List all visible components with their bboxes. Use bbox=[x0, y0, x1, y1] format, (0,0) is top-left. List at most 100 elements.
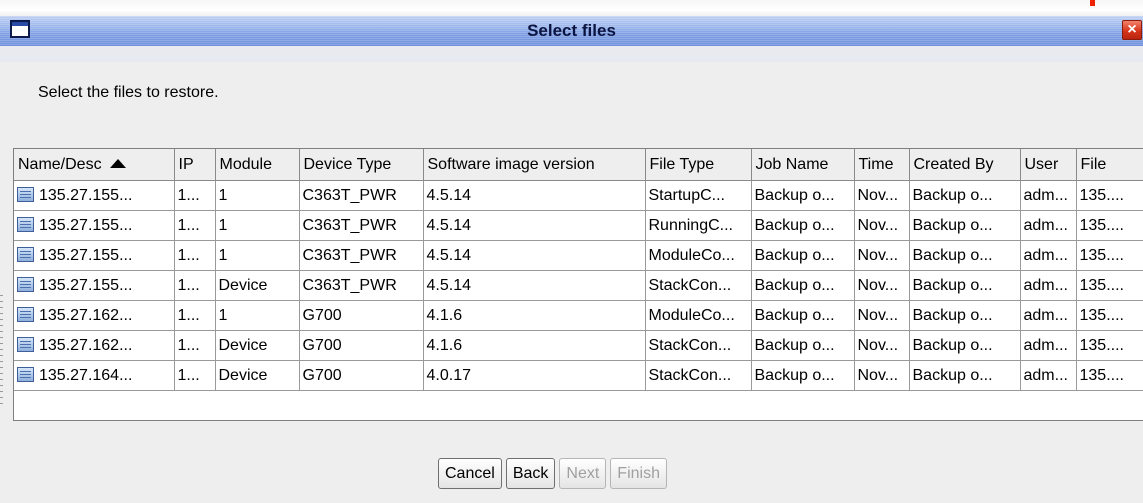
back-button[interactable]: Back bbox=[505, 458, 556, 489]
cell-job-name: Backup o... bbox=[750, 330, 855, 361]
next-button: Next bbox=[559, 458, 607, 489]
cell-time: Nov... bbox=[853, 300, 910, 331]
cell-user: adm... bbox=[1019, 330, 1077, 361]
cell-name-desc: 135.27.155... bbox=[14, 180, 175, 211]
cell-module: 1 bbox=[214, 300, 300, 331]
cell-software-image-version: 4.1.6 bbox=[422, 330, 646, 361]
window-title: Select files bbox=[527, 21, 616, 40]
column-header-module[interactable]: Module bbox=[214, 149, 300, 181]
cell-text: 135.27.155... bbox=[39, 216, 133, 234]
cell-ip: 1... bbox=[173, 210, 216, 241]
cell-name-desc: 135.27.155... bbox=[14, 270, 175, 301]
cell-ip: 1... bbox=[173, 180, 216, 211]
file-icon bbox=[17, 366, 34, 382]
cell-device-type: C363T_PWR bbox=[298, 180, 424, 211]
column-header-file[interactable]: File bbox=[1075, 149, 1143, 181]
cell-ip: 1... bbox=[173, 270, 216, 301]
column-header-job-name[interactable]: Job Name bbox=[750, 149, 855, 181]
table-row[interactable]: 135.27.155... 1... 1 C363T_PWR 4.5.14 Running… bbox=[14, 210, 1143, 241]
cell-created-by: Backup o... bbox=[908, 330, 1021, 361]
column-header-label: Name/Desc bbox=[18, 155, 102, 173]
cell-created-by: Backup o... bbox=[908, 360, 1021, 391]
file-icon bbox=[17, 336, 34, 352]
cell-module: Device bbox=[214, 270, 300, 301]
cell-file-type: RunningC... bbox=[644, 210, 752, 241]
cell-file: 135.... bbox=[1075, 180, 1143, 211]
cell-module: 1 bbox=[214, 210, 300, 241]
cell-created-by: Backup o... bbox=[908, 240, 1021, 271]
cell-name-desc: 135.27.164... bbox=[14, 360, 175, 391]
cell-time: Nov... bbox=[853, 270, 910, 301]
cell-created-by: Backup o... bbox=[908, 210, 1021, 241]
column-header-ip[interactable]: IP bbox=[173, 149, 216, 181]
file-icon bbox=[17, 186, 34, 202]
column-header-file-type[interactable]: File Type bbox=[644, 149, 752, 181]
cell-job-name: Backup o... bbox=[750, 360, 855, 391]
cell-device-type: C363T_PWR bbox=[298, 270, 424, 301]
column-header-created-by[interactable]: Created By bbox=[908, 149, 1021, 181]
cell-user: adm... bbox=[1019, 180, 1077, 211]
cell-time: Nov... bbox=[853, 180, 910, 211]
cell-file-type: StackCon... bbox=[644, 330, 752, 361]
cell-file-type: ModuleCo... bbox=[644, 240, 752, 271]
cell-name-desc: 135.27.155... bbox=[14, 240, 175, 271]
cell-user: adm... bbox=[1019, 360, 1077, 391]
cell-module: Device bbox=[214, 330, 300, 361]
sort-ascending-icon bbox=[109, 158, 126, 168]
cell-text: 135.27.164... bbox=[39, 366, 133, 384]
cell-device-type: C363T_PWR bbox=[298, 210, 424, 241]
cell-file-type: StartupC... bbox=[644, 180, 752, 211]
cell-text: 135.27.162... bbox=[39, 336, 133, 354]
table-row[interactable]: 135.27.155... 1... 1 C363T_PWR 4.5.14 Startup… bbox=[14, 180, 1143, 211]
cell-time: Nov... bbox=[853, 330, 910, 361]
cell-job-name: Backup o... bbox=[750, 210, 855, 241]
cell-ip: 1... bbox=[173, 360, 216, 391]
column-header-name-desc[interactable]: Name/Desc bbox=[14, 149, 175, 181]
cell-ip: 1... bbox=[173, 240, 216, 271]
cell-file: 135.... bbox=[1075, 300, 1143, 331]
cell-job-name: Backup o... bbox=[750, 300, 855, 331]
cell-job-name: Backup o... bbox=[750, 180, 855, 211]
cell-module: 1 bbox=[214, 180, 300, 211]
cell-created-by: Backup o... bbox=[908, 180, 1021, 211]
column-header-time[interactable]: Time bbox=[853, 149, 910, 181]
cell-device-type: C363T_PWR bbox=[298, 240, 424, 271]
file-icon bbox=[17, 306, 34, 322]
title-bar: Select files × bbox=[0, 0, 1143, 62]
cell-job-name: Backup o... bbox=[750, 240, 855, 271]
table-row[interactable]: 135.27.162... 1... Device G700 4.1.6 StackCon… bbox=[14, 330, 1143, 361]
cell-name-desc: 135.27.162... bbox=[14, 330, 175, 361]
cell-text: 135.27.155... bbox=[39, 186, 133, 204]
table-row[interactable]: 135.27.155... 1... 1 C363T_PWR 4.5.14 ModuleC… bbox=[14, 240, 1143, 271]
column-header-user[interactable]: User bbox=[1019, 149, 1077, 181]
table-row[interactable]: 135.27.164... 1... Device G700 4.0.17 StackCo… bbox=[14, 360, 1143, 391]
cell-created-by: Backup o... bbox=[908, 300, 1021, 331]
cancel-button[interactable]: Cancel bbox=[438, 458, 502, 489]
finish-button: Finish bbox=[610, 458, 667, 489]
close-button[interactable]: × bbox=[1122, 20, 1142, 40]
cell-text: 135.27.155... bbox=[39, 246, 133, 264]
cell-file-type: ModuleCo... bbox=[644, 300, 752, 331]
column-header-software-image-version[interactable]: Software image version bbox=[422, 149, 646, 181]
table-row[interactable]: 135.27.162... 1... 1 G700 4.1.6 ModuleCo... Ba… bbox=[14, 300, 1143, 331]
table-body: 135.27.155... 1... 1 C363T_PWR 4.5.14 Startup… bbox=[14, 180, 1143, 391]
cell-software-image-version: 4.0.17 bbox=[422, 360, 646, 391]
button-bar: Cancel Back Next Finish bbox=[438, 458, 667, 489]
cell-file: 135.... bbox=[1075, 330, 1143, 361]
cell-software-image-version: 4.5.14 bbox=[422, 240, 646, 271]
cell-software-image-version: 4.5.14 bbox=[422, 180, 646, 211]
cell-device-type: G700 bbox=[298, 300, 424, 331]
cell-text: 135.27.162... bbox=[39, 306, 133, 324]
table-row[interactable]: 135.27.155... 1... Device C363T_PWR 4.5.14 St… bbox=[14, 270, 1143, 301]
files-table: Name/Desc IP Module Device Type Software… bbox=[13, 148, 1143, 421]
cell-time: Nov... bbox=[853, 240, 910, 271]
cell-time: Nov... bbox=[853, 210, 910, 241]
instruction-text: Select the files to restore. bbox=[38, 84, 219, 101]
cell-text: 135.27.155... bbox=[39, 276, 133, 294]
table-header-row: Name/Desc IP Module Device Type Software… bbox=[14, 149, 1143, 181]
column-header-device-type[interactable]: Device Type bbox=[298, 149, 424, 181]
decorative-mark bbox=[1090, 0, 1095, 6]
cell-software-image-version: 4.1.6 bbox=[422, 300, 646, 331]
cell-job-name: Backup o... bbox=[750, 270, 855, 301]
resize-grip[interactable] bbox=[0, 295, 3, 405]
